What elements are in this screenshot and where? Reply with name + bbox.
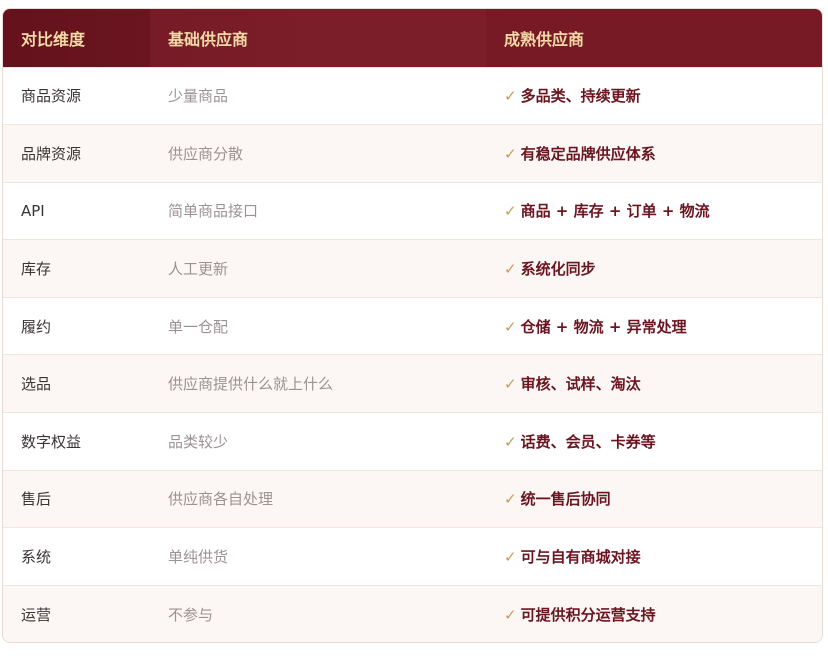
- cell-mature: ✓ 有稳定品牌供应体系: [486, 125, 822, 183]
- check-icon: ✓: [504, 432, 517, 451]
- cell-basic: 少量商品: [168, 87, 229, 106]
- table-row: 库存 人工更新 ✓ 系统化同步: [3, 239, 822, 298]
- check-icon: ✓: [504, 202, 517, 221]
- cell-mature: ✓ 可提供积分运营支持: [486, 585, 822, 642]
- header-mature-supplier: 成熟供应商: [504, 29, 585, 49]
- table-row: 品牌资源 供应商分散 ✓ 有稳定品牌供应体系: [3, 124, 822, 183]
- header-row: 对比维度 基础供应商 成熟供应商: [3, 9, 822, 67]
- table-row: 商品资源 少量商品 ✓ 多品类、持续更新: [3, 67, 822, 125]
- cell-basic: 单纯供货: [168, 548, 229, 567]
- check-icon: ✓: [504, 144, 517, 163]
- table-row: 选品 供应商提供什么就上什么 ✓ 审核、试样、淘汰: [3, 354, 822, 413]
- table-header: 对比维度 基础供应商 成熟供应商: [3, 9, 822, 67]
- table-body: 商品资源 少量商品 ✓ 多品类、持续更新 品牌资源 供应商分散 ✓ 有稳定品牌供应体…: [3, 67, 822, 642]
- check-icon: ✓: [504, 375, 517, 394]
- cell-mature: ✓ 可与自有商城对接: [486, 528, 822, 586]
- cell-mature-text: 系统化同步: [520, 260, 596, 279]
- cell-mature-text: 可提供积分运营支持: [520, 605, 656, 624]
- cell-basic: 品类较少: [168, 432, 229, 451]
- cell-mature-text: 商品 + 库存 + 订单 + 物流: [520, 202, 710, 221]
- cell-mature: ✓ 仓储 + 物流 + 异常处理: [486, 297, 822, 355]
- table-row: 系统 单纯供货 ✓ 可与自有商城对接: [3, 527, 822, 586]
- header-basic-supplier: 基础供应商: [168, 29, 249, 49]
- check-icon: ✓: [504, 260, 517, 279]
- cell-dimension: 商品资源: [21, 87, 82, 106]
- table-row: 售后 供应商各自处理 ✓ 统一售后协同: [3, 470, 822, 528]
- check-icon: ✓: [504, 548, 517, 567]
- cell-mature: ✓ 商品 + 库存 + 订单 + 物流: [486, 182, 822, 240]
- cell-mature-text: 有稳定品牌供应体系: [520, 144, 656, 163]
- cell-mature: ✓ 统一售后协同: [486, 470, 822, 528]
- cell-basic: 人工更新: [168, 260, 229, 279]
- cell-mature-text: 话费、会员、卡券等: [520, 432, 656, 451]
- cell-dimension: API: [21, 201, 45, 220]
- cell-basic: 供应商各自处理: [168, 490, 274, 509]
- table-row: API 简单商品接口 ✓ 商品 + 库存 + 订单 + 物流: [3, 182, 822, 240]
- check-icon: ✓: [504, 317, 517, 336]
- cell-dimension: 库存: [21, 260, 52, 279]
- cell-mature: ✓ 话费、会员、卡券等: [486, 413, 822, 471]
- cell-basic: 不参与: [168, 605, 214, 624]
- check-icon: ✓: [504, 490, 517, 509]
- cell-dimension: 数字权益: [21, 432, 82, 451]
- cell-dimension: 品牌资源: [21, 144, 82, 163]
- cell-basic: 单一仓配: [168, 317, 229, 336]
- cell-basic: 简单商品接口: [168, 202, 259, 221]
- cell-basic: 供应商提供什么就上什么: [168, 375, 334, 394]
- table-row: 履约 单一仓配 ✓ 仓储 + 物流 + 异常处理: [3, 297, 822, 355]
- check-icon: ✓: [504, 87, 517, 106]
- cell-dimension: 履约: [21, 317, 52, 336]
- cell-dimension: 选品: [21, 375, 52, 394]
- cell-dimension: 售后: [21, 490, 52, 509]
- cell-mature-text: 仓储 + 物流 + 异常处理: [520, 317, 687, 336]
- cell-mature: ✓ 多品类、持续更新: [486, 67, 822, 125]
- table-row: 数字权益 品类较少 ✓ 话费、会员、卡券等: [3, 412, 822, 471]
- cell-mature-text: 可与自有商城对接: [520, 548, 641, 567]
- header-dimension: 对比维度: [3, 9, 150, 67]
- cell-dimension: 系统: [21, 548, 52, 567]
- table-row: 运营 不参与 ✓ 可提供积分运营支持: [3, 585, 822, 642]
- comparison-table: 对比维度 基础供应商 成熟供应商 商品资源 少量商品 ✓ 多品类、持续更新 品牌资…: [2, 8, 823, 643]
- cell-mature-text: 多品类、持续更新: [520, 87, 641, 106]
- cell-mature: ✓ 系统化同步: [486, 240, 822, 298]
- cell-dimension: 运营: [21, 605, 52, 624]
- check-icon: ✓: [504, 605, 517, 624]
- cell-mature-text: 审核、试样、淘汰: [520, 375, 641, 394]
- cell-basic: 供应商分散: [168, 144, 244, 163]
- cell-mature: ✓ 审核、试样、淘汰: [486, 355, 822, 413]
- cell-mature-text: 统一售后协同: [520, 490, 611, 509]
- comparison-table-grid: 对比维度 基础供应商 成熟供应商 商品资源 少量商品 ✓ 多品类、持续更新 品牌资…: [3, 9, 822, 642]
